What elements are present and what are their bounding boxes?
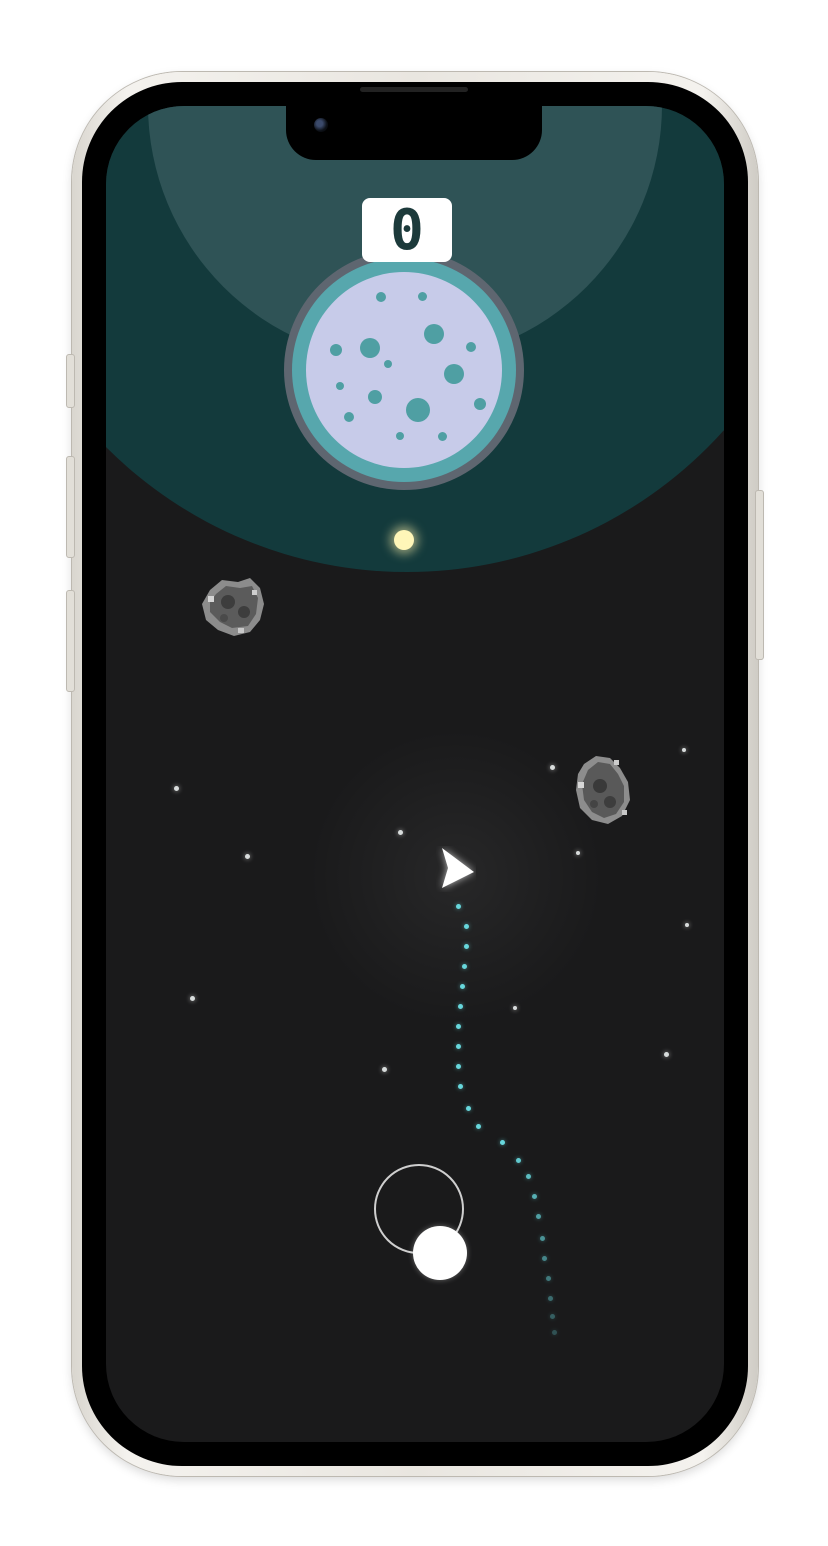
trail-dot bbox=[550, 1314, 555, 1319]
moon-crater bbox=[360, 338, 380, 358]
trail-dot bbox=[456, 904, 461, 909]
moon-crater bbox=[466, 342, 476, 352]
moon-surface bbox=[306, 272, 502, 468]
trail-dot bbox=[546, 1276, 551, 1281]
moon-crater bbox=[438, 432, 447, 441]
moon-crater bbox=[384, 360, 392, 368]
trail-dot bbox=[532, 1194, 537, 1199]
trail-dot bbox=[462, 964, 467, 969]
trail-dot bbox=[542, 1256, 547, 1261]
moon-crater bbox=[406, 398, 430, 422]
star bbox=[682, 748, 686, 752]
trail-dot bbox=[458, 1084, 463, 1089]
moon-crater bbox=[376, 292, 386, 302]
trail-dot bbox=[552, 1330, 557, 1335]
trail-dot bbox=[536, 1214, 541, 1219]
trail-dot bbox=[548, 1296, 553, 1301]
moon-crater bbox=[336, 382, 344, 390]
game-screen[interactable]: 0 bbox=[106, 106, 724, 1442]
sun-orb bbox=[394, 530, 414, 550]
trail-dot bbox=[458, 1004, 463, 1009]
earpiece-speaker bbox=[360, 87, 468, 92]
asteroid-icon bbox=[202, 578, 264, 636]
moon-crater bbox=[418, 292, 427, 301]
moon-crater bbox=[474, 398, 486, 410]
power-button bbox=[755, 490, 764, 660]
trail-dot bbox=[456, 1044, 461, 1049]
silent-switch bbox=[66, 354, 75, 408]
volume-up-button bbox=[66, 456, 75, 558]
joystick-knob[interactable] bbox=[413, 1226, 467, 1280]
moon-crater bbox=[396, 432, 404, 440]
front-camera-icon bbox=[314, 118, 328, 132]
star bbox=[664, 1052, 669, 1057]
trail-dot bbox=[464, 944, 469, 949]
trail-dot bbox=[476, 1124, 481, 1129]
moon-crater bbox=[344, 412, 354, 422]
trail-dot bbox=[466, 1106, 471, 1111]
moon-crater bbox=[368, 390, 382, 404]
star bbox=[245, 854, 250, 859]
trail-dot bbox=[526, 1174, 531, 1179]
moon-crater bbox=[424, 324, 444, 344]
star bbox=[174, 786, 179, 791]
star bbox=[685, 923, 689, 927]
trail-dot bbox=[456, 1024, 461, 1029]
trail-dot bbox=[460, 984, 465, 989]
volume-down-button bbox=[66, 590, 75, 692]
score-display: 0 bbox=[362, 198, 452, 263]
trail-dot bbox=[500, 1140, 505, 1145]
moon-crater bbox=[444, 364, 464, 384]
trail-dot bbox=[516, 1158, 521, 1163]
star bbox=[190, 996, 195, 1001]
trail-dot bbox=[464, 924, 469, 929]
triangle-ship-icon bbox=[442, 848, 474, 888]
star bbox=[382, 1067, 387, 1072]
moon-crater bbox=[330, 344, 342, 356]
trail-dot bbox=[540, 1236, 545, 1241]
trail-dot bbox=[456, 1064, 461, 1069]
